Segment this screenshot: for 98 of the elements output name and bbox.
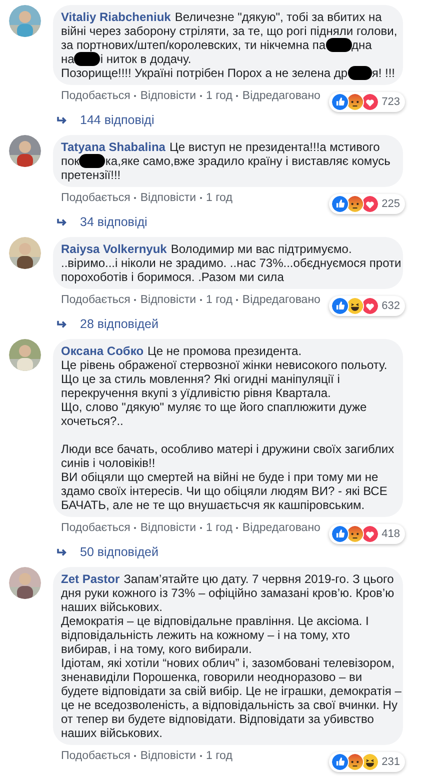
comment-time[interactable]: 1 год (206, 521, 232, 535)
comment-text: вибирав, і на тому, кого вибирали. (61, 642, 252, 656)
comment-text: дна (352, 38, 372, 52)
edited-label[interactable]: Відредаговано (242, 521, 320, 535)
like-icon (330, 525, 349, 543)
action-link[interactable]: Відповісти (140, 521, 196, 535)
reply-arrow-icon (57, 218, 68, 227)
author-name[interactable]: Vitaliy Riabcheniuk (61, 10, 171, 24)
redaction-mark (79, 154, 106, 168)
action-link[interactable]: Відповісти (140, 191, 196, 205)
reaction-count: 231 (382, 754, 400, 770)
comment-text: відповідальність лежить на кожному – і на тому, хто (61, 628, 350, 642)
angry-face-icon (346, 753, 364, 771)
heart-icon (360, 525, 379, 543)
comment-text: Що це за стиль мовлення? Які огидні маніпуляції і (61, 372, 340, 386)
comment-text: за портнових/штеп/королевских, ти нікчемна па (61, 38, 326, 52)
reaction-count: 632 (382, 298, 400, 314)
angry-face-icon (346, 195, 364, 213)
edited-label[interactable]: Відредаговано (242, 293, 320, 307)
comment-text: синів і чоловіків!! (61, 456, 156, 470)
comment-text: здамо своїх інтересів. Чи що обіцяли людям ВИ? - які ВСЕ (61, 484, 388, 498)
action-link[interactable]: Подобається (61, 293, 130, 307)
comment-time[interactable]: 1 год (206, 293, 232, 307)
comment-text: зненавиділи Порошенка, говорили неодноразово – ви (61, 670, 362, 684)
redaction-mark (348, 66, 372, 80)
comment-text: ..віримо...і ніколи не зрадимо. ..нас 73%...обєднуємося проти (61, 256, 402, 270)
like-icon (330, 195, 349, 213)
replies-link[interactable]: 50 відповідей (57, 545, 158, 560)
comment-text: Це рівень ображеної стервозної жінки невисокого польоту. (61, 358, 388, 372)
replies-link[interactable]: 34 відповіді (57, 215, 148, 230)
comment-text: ВИ обіцяли що смертей на війні не буде і при тому ми не (61, 470, 378, 484)
comment-text: Що, слово "дякую" муляє то ще його спаплюжити дуже (61, 400, 367, 414)
heart-icon (360, 297, 379, 315)
reactions-badge[interactable]: 418 (328, 524, 405, 544)
comment-text: Це не промова президента. (148, 344, 302, 358)
action-link[interactable]: Подобається (61, 521, 130, 535)
comment-text: Величезне "дякую", тобі за вбитих на (174, 10, 382, 24)
like-icon (330, 753, 349, 771)
comment-text: от тепер ви будете відповідати. Відповідати за убивство (61, 712, 374, 726)
like-icon (330, 297, 349, 315)
reply-arrow-icon (57, 548, 68, 557)
reaction-count: 723 (382, 94, 400, 110)
comment-time[interactable]: 1 год (206, 89, 232, 103)
reactions-badge[interactable]: 632 (328, 296, 405, 316)
comment-text: на (61, 52, 74, 66)
action-link[interactable]: Подобається (61, 191, 130, 205)
comment-text: я! !!! (372, 66, 395, 80)
reactions-badge[interactable]: 231 (328, 752, 405, 772)
action-link[interactable]: Відповісти (140, 749, 196, 763)
angry-face-icon (346, 93, 364, 111)
comment-text: наших військових. (61, 726, 162, 740)
comment-text: Позорище!!!! Україні потрібен Порох а не зелена др (61, 66, 348, 80)
comment-text: порохоботів і боримося. .Разом ми сила (61, 270, 284, 284)
comment-text: війні через заборону стріляти, за те, що рогі підняли голови, (61, 24, 398, 38)
comment-text: будете відповідати за свій вибір. Це не іграшки, демократія – (61, 684, 402, 698)
comment-text: Це виступ не президента!!!а мстивого (169, 140, 380, 154)
comment-text: претензії!!! (61, 168, 121, 182)
heart-icon (360, 93, 379, 111)
reactions-badge[interactable]: 723 (328, 92, 405, 112)
comment-text: і ниток в додачу. (100, 52, 192, 66)
comment-text: хочеться?.. (61, 414, 124, 428)
comment-text: пок (61, 154, 80, 168)
comment-text: Ідіотам, які хотіли “нових облич” і, зазомбовані телевізором, (61, 656, 395, 670)
action-link[interactable]: Подобається (61, 89, 130, 103)
heart-icon (360, 195, 379, 213)
angry-face-icon (346, 525, 364, 543)
author-name[interactable]: Оксана Собко (61, 344, 144, 358)
action-link[interactable]: Відповісти (140, 89, 196, 103)
comment-text: Володимир ми вас підтримуємо. (170, 242, 352, 256)
reply-arrow-icon (57, 320, 68, 329)
redaction-mark (326, 38, 352, 52)
action-link[interactable]: Подобається (61, 749, 130, 763)
comment-text: Люди все бачать, особливо матері і дружини своїх загиблих (61, 442, 394, 456)
replies-link[interactable]: 144 відповіді (57, 113, 154, 128)
redaction-mark (74, 52, 100, 66)
reaction-count: 225 (382, 196, 400, 212)
reply-arrow-icon (57, 116, 68, 125)
comment-time[interactable]: 1 год (206, 191, 232, 205)
author-name[interactable]: Zet Pastor (61, 572, 120, 586)
comment-text: наших військових. (61, 600, 162, 614)
comment-text: БАЧАТЬ, але не те що внушаєтьсчя як кашпіровським. (61, 498, 365, 512)
edited-label[interactable]: Відредаговано (242, 89, 320, 103)
comment-text: перекручення вкупі з уїдливістю рівня Квартала. (61, 386, 331, 400)
laughing-face-icon (360, 753, 379, 771)
like-icon (330, 93, 349, 111)
laughing-face-icon (346, 297, 364, 315)
comment-text: Запам’ятайте цю дату. 7 червня 2019-го. З цього (124, 572, 394, 586)
action-link[interactable]: Відповісти (140, 293, 196, 307)
comment-text: дня руки кожного із 73% – офіційно замазані кров’ю. Кров’ю (61, 586, 394, 600)
comment-text: ка,яке само,вже зрадило країну і виставляє комусь (105, 154, 390, 168)
comment-text: це не вседозволеність, а відповідальність за свої вчинки. Ну (61, 698, 398, 712)
reaction-count: 418 (382, 526, 400, 542)
author-name[interactable]: Tatyana Shabalina (61, 140, 166, 154)
reactions-badge[interactable]: 225 (328, 194, 405, 214)
comment-time[interactable]: 1 год (206, 749, 232, 763)
replies-link[interactable]: 28 відповідей (57, 317, 158, 332)
comment-text: Демократія – це відповідальне правління. Це аксіома. І (61, 614, 369, 628)
author-name[interactable]: Raiysa Volkernyuk (61, 242, 167, 256)
